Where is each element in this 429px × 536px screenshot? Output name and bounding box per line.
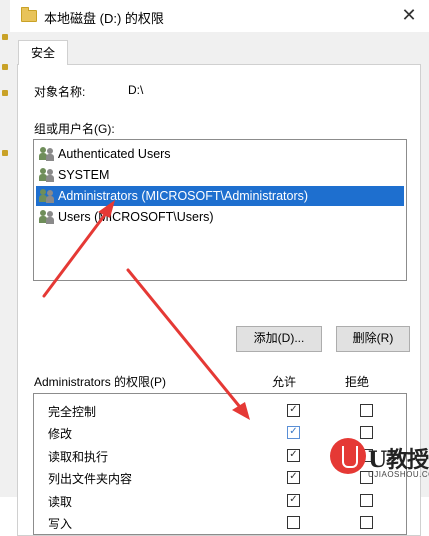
permission-label: 写入 xyxy=(48,517,73,531)
allow-checkbox[interactable] xyxy=(287,404,300,417)
remove-button[interactable]: 删除(R) xyxy=(336,326,410,352)
permission-label: 读取 xyxy=(48,495,73,509)
user-item-label: SYSTEM xyxy=(58,168,110,182)
user-group-icon xyxy=(39,168,55,182)
allow-checkbox[interactable] xyxy=(287,426,300,439)
user-item-system[interactable]: SYSTEM xyxy=(36,165,398,185)
permission-label: 读取和执行 xyxy=(48,450,109,464)
permission-row-read: 读取 xyxy=(34,490,406,512)
allow-checkbox[interactable] xyxy=(287,471,300,484)
user-item-label: Users (MICROSOFT\Users) xyxy=(58,210,214,224)
allow-checkbox[interactable] xyxy=(287,516,300,529)
user-item-label: Authenticated Users xyxy=(58,147,171,161)
allow-checkbox[interactable] xyxy=(287,494,300,507)
user-item-administrators[interactable]: Administrators (MICROSOFT\Administrators… xyxy=(36,186,404,206)
permission-label: 修改 xyxy=(48,427,73,441)
deny-checkbox[interactable] xyxy=(360,494,373,507)
user-item-label: Administrators (MICROSOFT\Administrators… xyxy=(58,189,309,203)
tab-security[interactable]: 安全 xyxy=(18,40,68,65)
user-group-icon xyxy=(39,210,55,224)
user-group-icon xyxy=(39,147,55,161)
groups-label: 组或用户名(G): xyxy=(34,122,115,136)
permission-row-full-control: 完全控制 xyxy=(34,400,406,422)
title-bar: 本地磁盘 (D:) 的权限 ✕ xyxy=(10,0,429,32)
add-button[interactable]: 添加(D)... xyxy=(236,326,322,352)
allow-column-header: 允许 xyxy=(272,375,297,389)
object-name-label: 对象名称: xyxy=(34,85,86,99)
user-item-users[interactable]: Users (MICROSOFT\Users) xyxy=(36,207,398,227)
deny-checkbox[interactable] xyxy=(360,404,373,417)
user-group-icon xyxy=(39,189,55,203)
user-list[interactable]: Authenticated Users SYSTEM Administrator… xyxy=(33,139,407,281)
window-title: 本地磁盘 (D:) 的权限 xyxy=(44,11,164,26)
deny-checkbox[interactable] xyxy=(360,426,373,439)
object-name-value: D:\ xyxy=(128,83,144,97)
watermark-url: UJIAOSHOU.COM xyxy=(368,470,429,479)
permissions-dialog: 安全 对象名称: D:\ 组或用户名(G): Authenticated Use… xyxy=(10,32,429,536)
allow-checkbox[interactable] xyxy=(287,449,300,462)
permission-label: 完全控制 xyxy=(48,405,97,419)
watermark-logo-icon xyxy=(330,438,366,474)
deny-checkbox[interactable] xyxy=(360,516,373,529)
permission-label: 列出文件夹内容 xyxy=(48,472,133,486)
close-button[interactable]: ✕ xyxy=(395,2,423,28)
permission-row-write: 写入 xyxy=(34,512,406,534)
permissions-title: Administrators 的权限(P) xyxy=(34,375,167,389)
deny-column-header: 拒绝 xyxy=(345,375,370,389)
user-item-authenticated-users[interactable]: Authenticated Users xyxy=(36,144,398,164)
folder-icon xyxy=(21,7,37,22)
